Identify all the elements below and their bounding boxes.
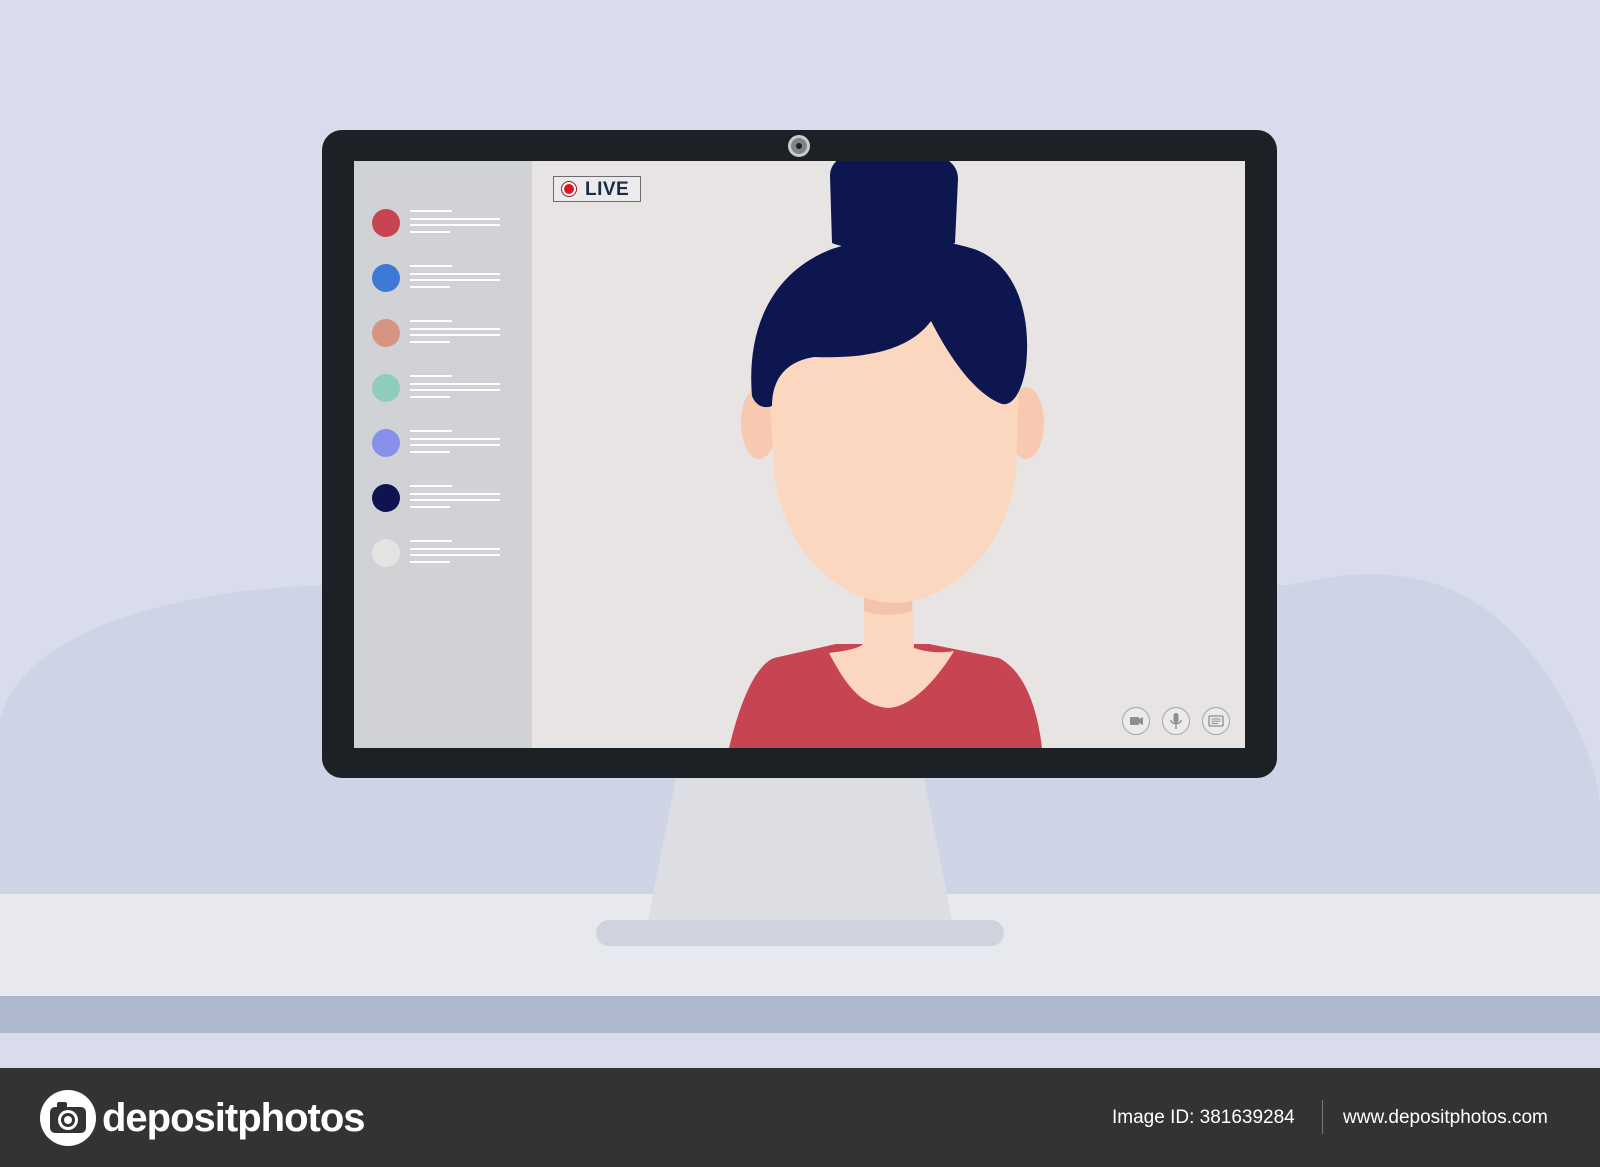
site-url-link[interactable]: www.depositphotos.com	[1343, 1106, 1548, 1130]
footer-divider	[1322, 1100, 1323, 1134]
illustration-scene: LIVE	[0, 0, 1600, 1068]
desk-front	[0, 1033, 1600, 1068]
caller-avatar	[729, 161, 1044, 748]
monitor-base	[596, 920, 1004, 946]
microphone-button[interactable]	[1162, 707, 1190, 735]
chat-button[interactable]	[1202, 707, 1230, 735]
record-dot-icon	[561, 181, 577, 197]
desk-edge	[0, 996, 1600, 1033]
depositphotos-logo: depositphotos	[40, 1090, 370, 1146]
video-call-screen: LIVE	[354, 161, 1245, 748]
webcam-icon	[788, 135, 810, 157]
monitor: LIVE	[322, 130, 1277, 778]
live-label: LIVE	[585, 179, 630, 200]
camera-logo-icon	[40, 1090, 96, 1146]
monitor-stand	[648, 778, 952, 920]
video-camera-icon	[1130, 717, 1143, 725]
caller-hair-bun	[830, 161, 958, 251]
microphone-icon	[1170, 713, 1182, 729]
chat-icon	[1208, 715, 1224, 727]
brand-name: depositphotos	[102, 1096, 366, 1140]
video-camera-button[interactable]	[1122, 707, 1150, 735]
stock-photo-footer: depositphotos Image ID: 381639284 www.de…	[0, 1068, 1600, 1167]
call-controls	[1122, 707, 1234, 739]
live-badge: LIVE	[553, 176, 641, 202]
image-id-text: Image ID: 381639284	[1112, 1107, 1295, 1128]
